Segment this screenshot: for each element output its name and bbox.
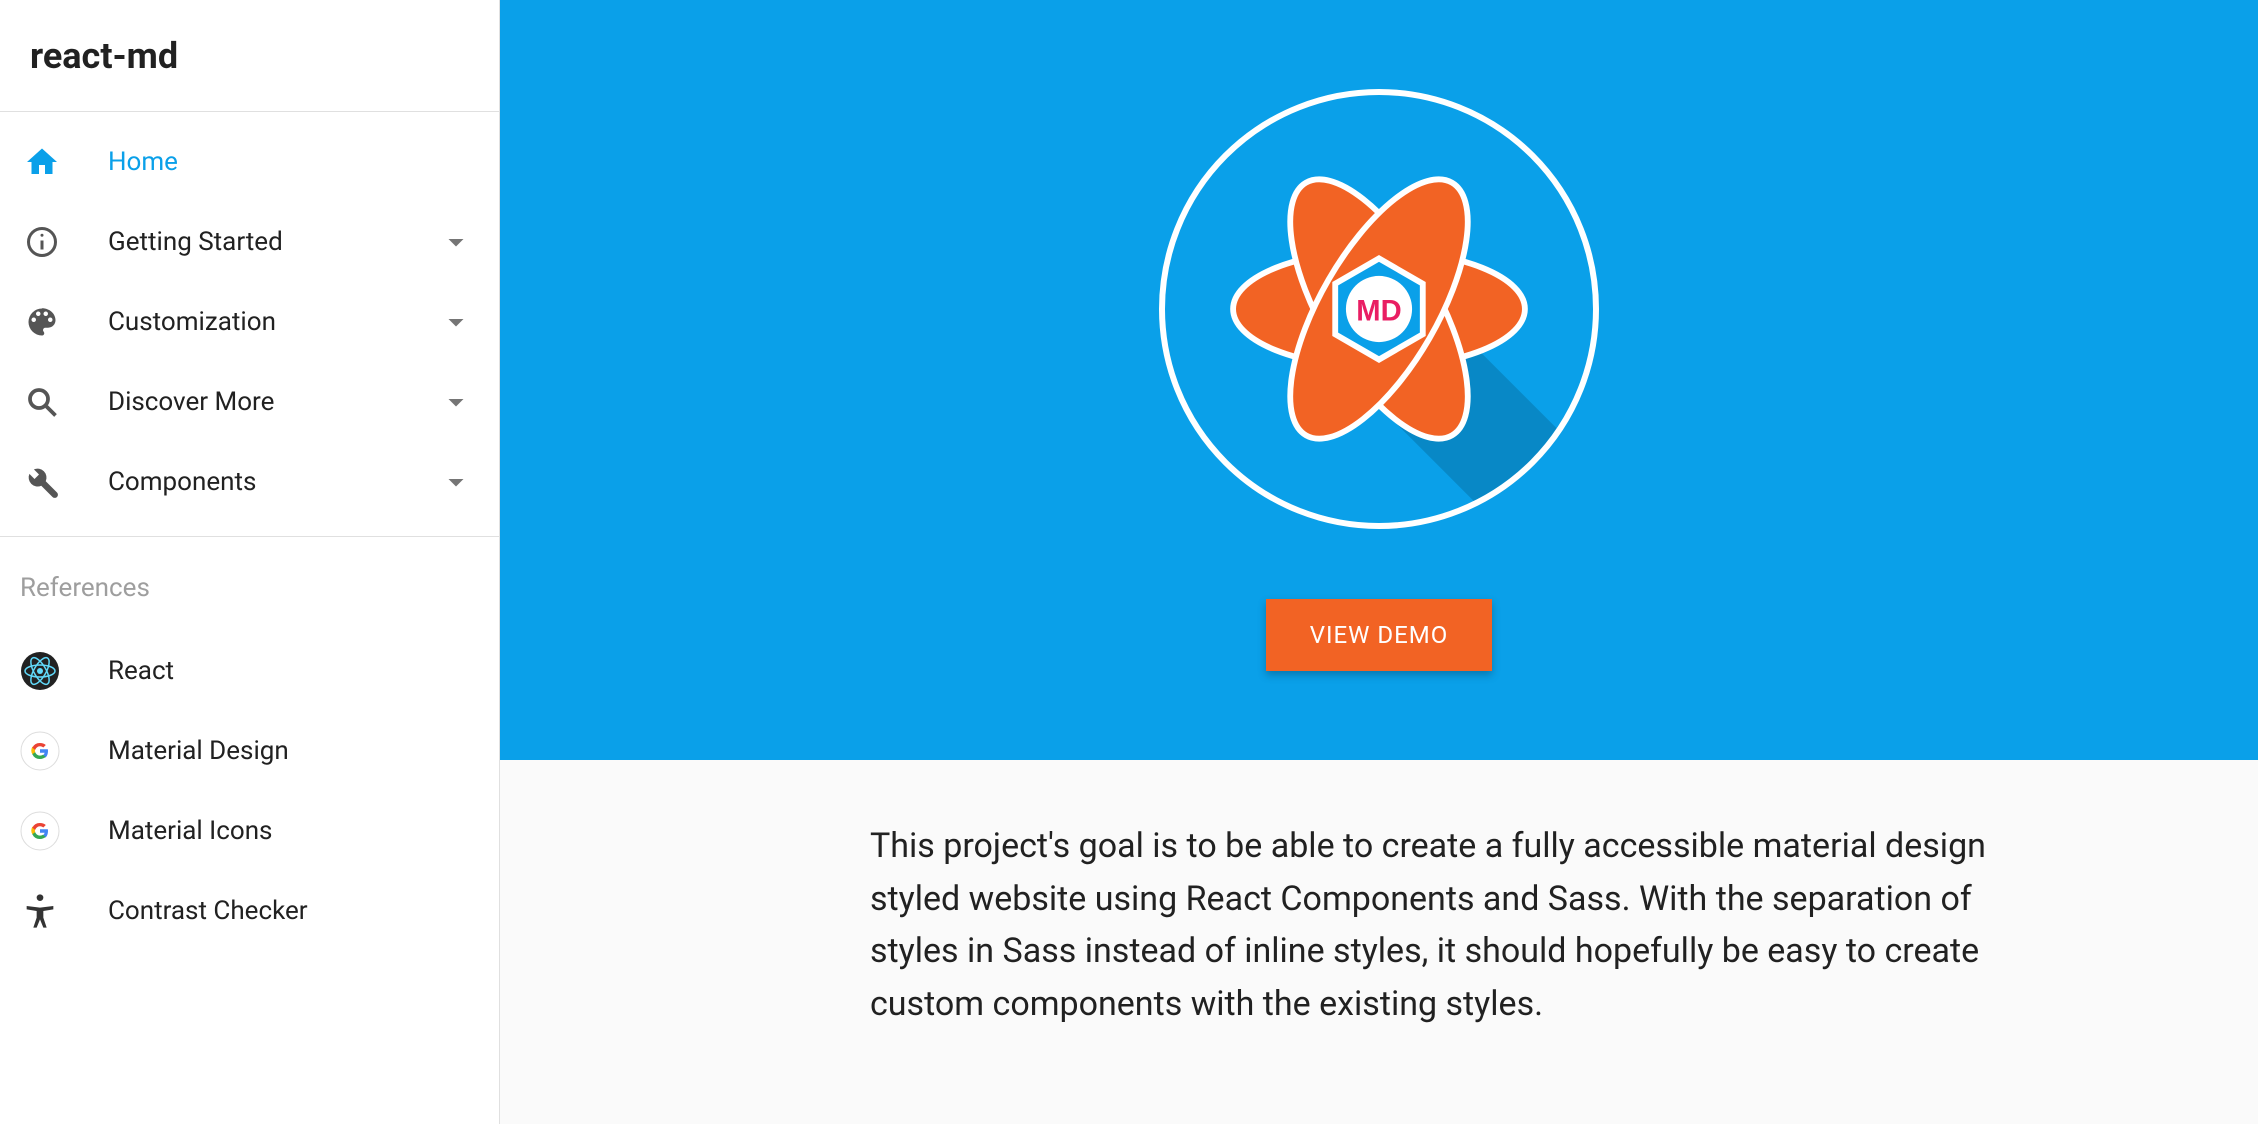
primary-nav: Home Getting Started Customization: [0, 112, 499, 522]
app-title: react-md: [30, 35, 178, 77]
sidebar-item-components[interactable]: Components: [0, 442, 499, 522]
home-icon: [18, 144, 108, 180]
search-icon: [18, 384, 108, 420]
hero-banner: MD VIEW DEMO: [500, 0, 2258, 760]
info-icon: [18, 224, 108, 260]
chevron-down-icon: [438, 304, 474, 340]
wrench-icon: [18, 464, 108, 500]
google-icon: [18, 811, 108, 851]
nav-label: Home: [108, 147, 474, 177]
chevron-down-icon: [438, 464, 474, 500]
sidebar-item-react[interactable]: React: [0, 631, 499, 711]
sidebar-item-material-icons[interactable]: Material Icons: [0, 791, 499, 871]
sidebar-item-home[interactable]: Home: [0, 122, 499, 202]
intro-text: This project's goal is to be able to cre…: [870, 820, 2008, 1031]
nav-label: Components: [108, 467, 438, 497]
references-nav: React Material Design Material Icons Con…: [0, 621, 499, 951]
nav-label: Customization: [108, 307, 438, 337]
logo-badge-text: MD: [1356, 296, 1401, 328]
intro-section: This project's goal is to be able to cre…: [500, 760, 2258, 1071]
sidebar-item-discover-more[interactable]: Discover More: [0, 362, 499, 442]
ref-label: Material Icons: [108, 816, 474, 846]
sidebar-item-getting-started[interactable]: Getting Started: [0, 202, 499, 282]
nav-label: Getting Started: [108, 227, 438, 257]
nav-label: Discover More: [108, 387, 438, 417]
sidebar-item-customization[interactable]: Customization: [0, 282, 499, 362]
sidebar-item-contrast-checker[interactable]: Contrast Checker: [0, 871, 499, 951]
ref-label: React: [108, 656, 474, 686]
react-icon: [18, 651, 108, 691]
hero-logo: MD: [1159, 89, 1599, 529]
sidebar-header: react-md: [0, 0, 499, 112]
ref-label: Material Design: [108, 736, 474, 766]
react-md-logo-icon: MD: [1165, 89, 1593, 529]
sidebar-item-material-design[interactable]: Material Design: [0, 711, 499, 791]
chevron-down-icon: [438, 224, 474, 260]
google-icon: [18, 731, 108, 771]
view-demo-button[interactable]: VIEW DEMO: [1266, 599, 1493, 671]
chevron-down-icon: [438, 384, 474, 420]
main-content: MD VIEW DEMO This project's goal is to b…: [500, 0, 2258, 1124]
accessibility-icon: [18, 891, 108, 931]
sidebar: react-md Home Getting Started Customizat…: [0, 0, 500, 1124]
references-subheader: References: [0, 537, 499, 621]
ref-label: Contrast Checker: [108, 896, 474, 926]
palette-icon: [18, 304, 108, 340]
